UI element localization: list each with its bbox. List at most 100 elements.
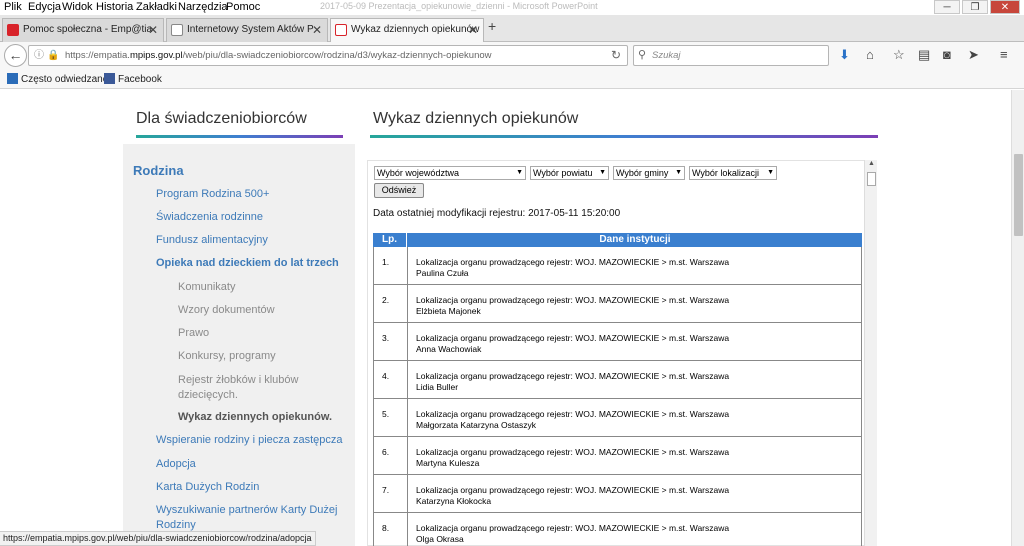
tab-pomoc-spoleczna[interactable]: Pomoc społeczna - Emp@tia ✕ xyxy=(2,18,164,42)
maximize-icon[interactable]: ❐ xyxy=(962,0,988,14)
close-window-icon[interactable]: ✕ xyxy=(990,0,1020,14)
county-select[interactable]: Wybór powiatu ▼ xyxy=(530,166,609,180)
page-scroll-thumb[interactable] xyxy=(1014,154,1023,236)
table-row: 2. Lokalizacja organu prowadzącego rejes… xyxy=(373,285,862,323)
library-icon[interactable]: ▤ xyxy=(918,47,930,63)
sidebar-item-wspieranie[interactable]: Wspieranie rodziny i piecza zastępcza xyxy=(156,434,342,446)
sidebar-item-adopcja[interactable]: Adopcja xyxy=(156,458,196,470)
page-scrollbar[interactable] xyxy=(1011,90,1024,546)
select-value: Wybór powiatu xyxy=(533,168,593,178)
menu-historia[interactable]: Historia xyxy=(96,1,133,13)
row-name: Lidia Buller xyxy=(416,382,459,392)
sidebar-item-partnerzy[interactable]: Wyszukiwanie partnerów Karty Dużej xyxy=(156,504,337,516)
info-icon[interactable]: ⓘ xyxy=(34,46,44,65)
search-input[interactable]: ⚲ Szukaj xyxy=(633,45,829,66)
url-prefix: https://empatia. xyxy=(65,50,130,61)
page-content: Dla świadczeniobiorców Rodzina Program R… xyxy=(0,90,1011,546)
close-tab-icon[interactable]: ✕ xyxy=(468,19,478,41)
row-name: Małgorzata Katarzyna Ostaszyk xyxy=(416,420,536,430)
sidebar-item-partnerzy-cont[interactable]: Rodziny xyxy=(156,519,196,531)
bookmarks-bar: Często odwiedzane Facebook xyxy=(0,69,1024,89)
chevron-down-icon: ▼ xyxy=(516,169,523,176)
frame-scrollbar[interactable]: ▲ xyxy=(864,160,877,546)
menu-bar: Plik Edycja Widok Historia Zakładki Narz… xyxy=(0,0,1024,15)
empatia-favicon-icon xyxy=(335,24,347,36)
tab-title: Internetowy System Aktów P xyxy=(187,24,314,35)
voivodeship-select[interactable]: Wybór województwa ▼ xyxy=(374,166,526,180)
row-name: Elżbieta Majonek xyxy=(416,306,481,316)
home-icon[interactable]: ⌂ xyxy=(866,47,874,62)
row-location: Lokalizacja organu prowadzącego rejestr:… xyxy=(416,295,730,305)
sidebar-item-karta[interactable]: Karta Dużych Rodzin xyxy=(156,481,259,493)
sidebar-item-rodzina-500[interactable]: Program Rodzina 500+ xyxy=(156,188,269,200)
sidebar-heading: Dla świadczeniobiorców xyxy=(136,110,307,127)
table-row: 1. Lokalizacja organu prowadzącego rejes… xyxy=(373,247,862,285)
navigation-bar: ← ⓘ 🔒 https://empatia.mpips.gov.pl/web/p… xyxy=(0,42,1024,69)
url-domain: mpips.gov.pl xyxy=(129,50,183,61)
sidebar-section-rodzina[interactable]: Rodzina xyxy=(133,163,184,178)
row-number: 4. xyxy=(374,361,408,398)
table-row: 3. Lokalizacja organu prowadzącego rejes… xyxy=(373,323,862,361)
address-bar[interactable]: ⓘ 🔒 https://empatia.mpips.gov.pl/web/piu… xyxy=(28,45,628,66)
sidebar-item-opieka[interactable]: Opieka nad dzieckiem do lat trzech xyxy=(156,257,339,269)
minimize-icon[interactable]: ─ xyxy=(934,0,960,14)
back-arrow-icon[interactable]: ← xyxy=(4,44,27,67)
row-location: Lokalizacja organu prowadzącego rejestr:… xyxy=(416,333,730,343)
menu-widok[interactable]: Widok xyxy=(62,1,93,13)
row-location: Lokalizacja organu prowadzącego rejestr:… xyxy=(416,371,730,381)
sidebar-subitem-komunikaty[interactable]: Komunikaty xyxy=(178,281,235,293)
empatia-favicon-icon xyxy=(7,24,19,36)
table-row: 7. Lokalizacja organu prowadzącego rejes… xyxy=(373,475,862,513)
scroll-up-icon[interactable]: ▲ xyxy=(868,160,875,167)
row-number: 3. xyxy=(374,323,408,360)
row-location: Lokalizacja organu prowadzącego rejestr:… xyxy=(416,485,730,495)
menu-edycja[interactable]: Edycja xyxy=(28,1,61,13)
sidebar-subitem-wzory[interactable]: Wzory dokumentów xyxy=(178,304,275,316)
row-name: Anna Wachowiak xyxy=(416,344,482,354)
tab-title: Wykaz dziennych opiekunów xyxy=(351,24,480,35)
reload-icon[interactable]: ↻ xyxy=(611,46,621,65)
download-icon[interactable]: ⬇ xyxy=(839,47,850,63)
bookmark-facebook[interactable]: Facebook xyxy=(104,73,162,85)
send-icon[interactable]: ➤ xyxy=(968,47,979,63)
table-row: 8. Lokalizacja organu prowadzącego rejes… xyxy=(373,513,862,546)
bookmark-label: Facebook xyxy=(118,74,162,85)
sidebar-subitem-rejestr[interactable]: Rejestr żłobków i klubów xyxy=(178,374,298,386)
table-row: 4. Lokalizacja organu prowadzącego rejes… xyxy=(373,361,862,399)
row-name: Olga Okrasa xyxy=(416,534,464,544)
tab-isap[interactable]: Internetowy System Aktów P ✕ xyxy=(166,18,328,42)
bookmark-star-icon[interactable]: ☆ xyxy=(893,47,905,63)
tab-title: Pomoc społeczna - Emp@tia xyxy=(23,24,153,35)
sidebar-subitem-wykaz[interactable]: Wykaz dziennych opiekunów. xyxy=(178,411,332,423)
commune-select[interactable]: Wybór gminy ▼ xyxy=(613,166,685,180)
search-icon: ⚲ xyxy=(638,49,647,61)
sidebar-item-swiadczenia[interactable]: Świadczenia rodzinne xyxy=(156,211,263,223)
menu-plik[interactable]: Plik xyxy=(4,1,22,13)
menu-zakladki[interactable]: Zakładki xyxy=(136,1,177,13)
tab-bar: Pomoc społeczna - Emp@tia ✕ Internetowy … xyxy=(0,15,1024,43)
row-number: 2. xyxy=(374,285,408,322)
bookmark-czesto[interactable]: Często odwiedzane xyxy=(7,73,108,85)
tab-wykaz[interactable]: Wykaz dziennych opiekunów ✕ xyxy=(330,18,484,43)
close-tab-icon[interactable]: ✕ xyxy=(148,19,158,41)
status-bar-link: https://empatia.mpips.gov.pl/web/piu/dla… xyxy=(0,531,316,546)
column-header-dane: Dane instytucji xyxy=(599,234,671,245)
pocket-icon[interactable]: ◙ xyxy=(943,47,951,62)
scroll-thumb[interactable] xyxy=(867,172,876,186)
hamburger-menu-icon[interactable]: ≡ xyxy=(1000,47,1008,62)
location-select[interactable]: Wybór lokalizacji ▼ xyxy=(689,166,777,180)
row-location: Lokalizacja organu prowadzącego rejestr:… xyxy=(416,257,730,267)
lock-icon: 🔒 xyxy=(47,50,60,61)
new-tab-icon[interactable]: + xyxy=(488,18,496,34)
sidebar-item-fundusz[interactable]: Fundusz alimentacyjny xyxy=(156,234,268,246)
chevron-down-icon: ▼ xyxy=(767,169,774,176)
menu-narzedzia[interactable]: Narzędzia xyxy=(178,1,228,13)
table-row: 5. Lokalizacja organu prowadzącego rejes… xyxy=(373,399,862,437)
menu-pomoc[interactable]: Pomoc xyxy=(226,1,260,13)
sidebar-subitem-rejestr-cont[interactable]: dziecięcych. xyxy=(178,389,238,401)
sidebar-subitem-prawo[interactable]: Prawo xyxy=(178,327,209,339)
refresh-button[interactable]: Odśwież xyxy=(374,183,424,198)
close-tab-icon[interactable]: ✕ xyxy=(312,19,322,41)
row-name: Katarzyna Kłokocka xyxy=(416,496,492,506)
sidebar-subitem-konkursy[interactable]: Konkursy, programy xyxy=(178,350,276,362)
